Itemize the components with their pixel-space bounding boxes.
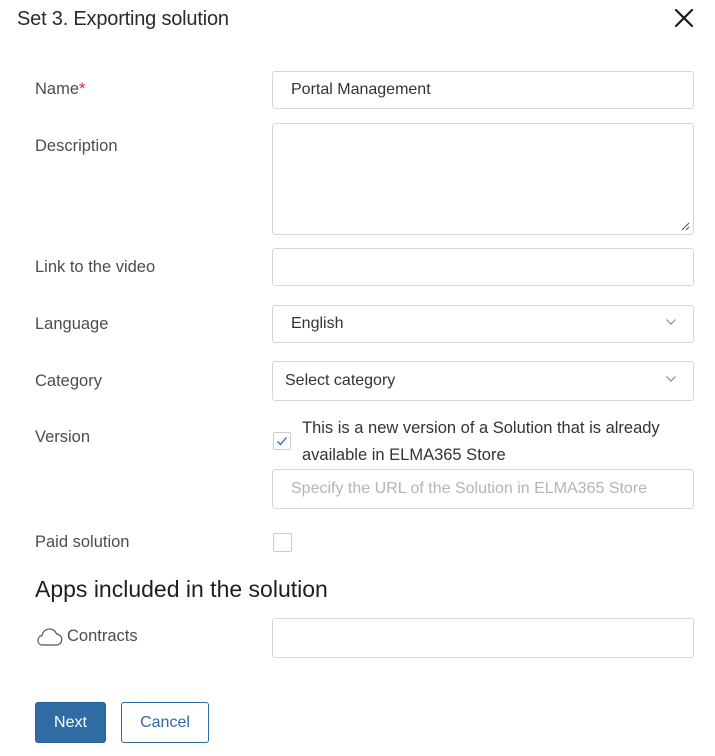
description-textarea[interactable] xyxy=(272,123,694,235)
app-row-contracts: Contracts xyxy=(33,625,138,647)
language-select-value: English xyxy=(291,315,344,332)
close-button[interactable] xyxy=(672,6,696,30)
paid-solution-checkbox[interactable] xyxy=(273,533,292,552)
name-input-value: Portal Management xyxy=(291,81,431,98)
name-label-text: Name xyxy=(35,80,80,98)
resize-handle-icon[interactable] xyxy=(681,222,690,231)
language-select[interactable]: English xyxy=(272,305,694,343)
app-contracts-input[interactable] xyxy=(272,618,694,658)
cancel-button[interactable]: Cancel xyxy=(121,702,209,743)
required-mark: * xyxy=(79,80,86,98)
category-label: Category xyxy=(35,372,102,390)
apps-section-title: Apps included in the solution xyxy=(35,576,328,602)
store-url-input[interactable]: Specify the URL of the Solution in ELMA3… xyxy=(272,469,694,509)
description-label: Description xyxy=(35,137,118,155)
name-input[interactable]: Portal Management xyxy=(272,71,694,109)
checkmark-icon xyxy=(277,437,287,446)
app-name: Contracts xyxy=(67,626,138,645)
chevron-down-icon xyxy=(666,319,676,325)
dialog-title: Set 3. Exporting solution xyxy=(17,8,229,30)
chevron-down-icon xyxy=(666,376,676,382)
version-label: Version xyxy=(35,428,91,446)
name-label: Name* xyxy=(35,80,85,99)
cloud-icon xyxy=(37,628,63,646)
new-version-checkbox-label[interactable]: This is a new version of a Solution that… xyxy=(302,415,692,469)
paid-solution-label: Paid solution xyxy=(35,533,130,551)
store-url-placeholder: Specify the URL of the Solution in ELMA3… xyxy=(291,480,648,497)
close-icon xyxy=(674,8,694,28)
category-select-value: Select category xyxy=(285,372,396,389)
video-link-label: Link to the video xyxy=(35,258,156,276)
next-button[interactable]: Next xyxy=(35,702,106,743)
category-select[interactable]: Select category xyxy=(272,361,694,401)
video-link-input[interactable] xyxy=(272,248,694,286)
language-label: Language xyxy=(35,315,109,333)
new-version-checkbox[interactable] xyxy=(273,432,291,450)
